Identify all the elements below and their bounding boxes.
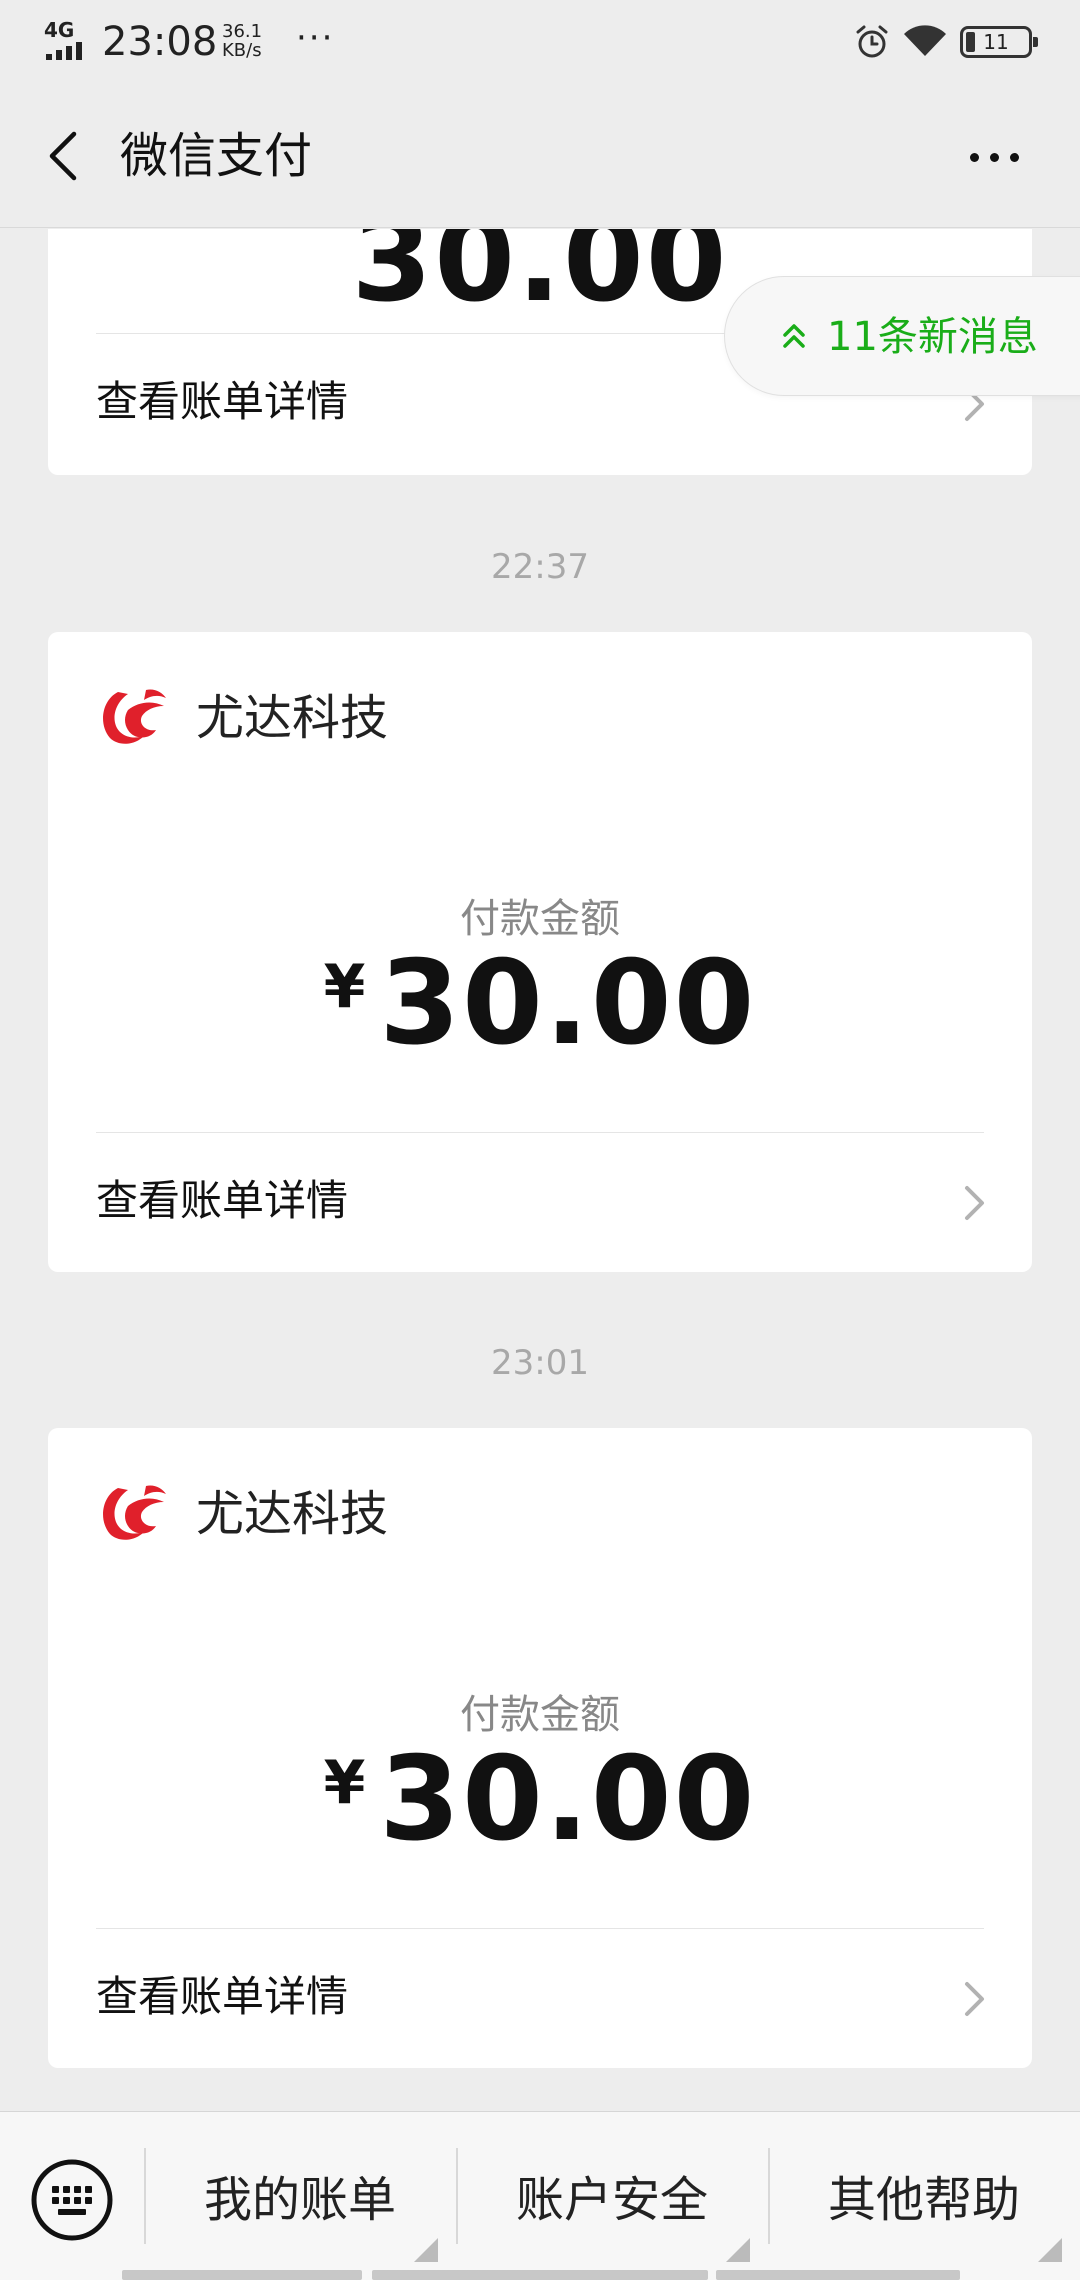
network-speed: 36.1 KB/s	[222, 22, 262, 60]
view-bill-details[interactable]: 查看账单详情	[48, 1929, 1032, 2068]
nav-bar: 微信支付	[0, 84, 1080, 228]
currency-symbol: ¥	[323, 952, 366, 1022]
menu-underline	[122, 2270, 362, 2280]
menu-other-help-label: 其他帮助	[827, 2172, 1020, 2228]
menu-my-bills[interactable]: 我的账单	[144, 2112, 456, 2280]
view-bill-details-label: 查看账单详情	[96, 1176, 349, 1225]
payment-card: 尤达科技 付款金额 ¥30.00 查看账单详情	[48, 632, 1032, 1272]
page-title: 微信支付	[120, 128, 313, 184]
speed-value: 36.1	[222, 21, 263, 42]
amount-row: ¥30.00	[48, 1730, 1032, 1870]
view-bill-details-label: 查看账单详情	[96, 377, 349, 426]
submenu-indicator-icon	[414, 2238, 438, 2262]
menu-account-security-label: 账户安全	[515, 2172, 708, 2228]
status-bar: 4G 23:08 36.1 KB/s ··· 11	[0, 0, 1080, 84]
wifi-icon	[904, 25, 946, 56]
double-chevron-up-icon	[783, 324, 805, 348]
amount-value-partial: 30.00	[351, 229, 729, 328]
status-more-icon: ···	[296, 18, 335, 58]
message-timestamp: 22:37	[491, 547, 589, 587]
chevron-right-icon	[965, 1186, 984, 1220]
network-type: 4G	[44, 18, 75, 42]
menu-my-bills-label: 我的账单	[203, 2172, 396, 2228]
amount-value: 30.00	[379, 1732, 757, 1867]
message-list[interactable]: 30.00 查看账单详情 11条新消息 22:37 尤达科技 付款金额 ¥ 30…	[0, 229, 1080, 2111]
signal-icon: 4G	[44, 20, 90, 60]
merchant-name: 尤达科技	[196, 1486, 389, 1542]
keyboard-icon[interactable]	[28, 2156, 116, 2244]
menu-underline	[716, 2270, 960, 2280]
merchant-logo-icon	[103, 689, 166, 744]
currency-symbol: ¥	[323, 1748, 366, 1818]
bottom-menu: 我的账单 账户安全 其他帮助	[0, 2111, 1080, 2280]
view-bill-details[interactable]: 查看账单详情	[48, 1133, 1032, 1272]
view-bill-details-label: 查看账单详情	[96, 1972, 349, 2021]
submenu-indicator-icon	[1038, 2238, 1062, 2262]
payment-card: 尤达科技 付款金额 ¥30.00 查看账单详情	[48, 1428, 1032, 2068]
new-messages-label: 11条新消息	[827, 314, 1038, 360]
more-button[interactable]	[960, 124, 1030, 188]
amount-row: ¥30.00	[48, 934, 1032, 1074]
battery-icon: 11	[960, 26, 1038, 58]
message-timestamp: 23:01	[491, 1343, 589, 1383]
speed-unit: KB/s	[222, 40, 262, 61]
amount-value: 30.00	[379, 936, 757, 1071]
new-messages-button[interactable]: 11条新消息	[724, 276, 1080, 396]
menu-other-help[interactable]: 其他帮助	[768, 2112, 1080, 2280]
alarm-icon	[856, 25, 888, 58]
merchant-name: 尤达科技	[196, 690, 389, 746]
chevron-right-icon	[965, 1982, 984, 2016]
back-button[interactable]	[40, 124, 88, 188]
screen: 4G 23:08 36.1 KB/s ··· 11 微信支付 30.00 查看账…	[0, 0, 1080, 2280]
merchant-logo-icon	[103, 1485, 166, 1540]
status-time: 23:08	[102, 19, 218, 65]
submenu-indicator-icon	[726, 2238, 750, 2262]
menu-underline	[372, 2270, 708, 2280]
menu-account-security[interactable]: 账户安全	[456, 2112, 768, 2280]
battery-level: 11	[983, 30, 1009, 54]
